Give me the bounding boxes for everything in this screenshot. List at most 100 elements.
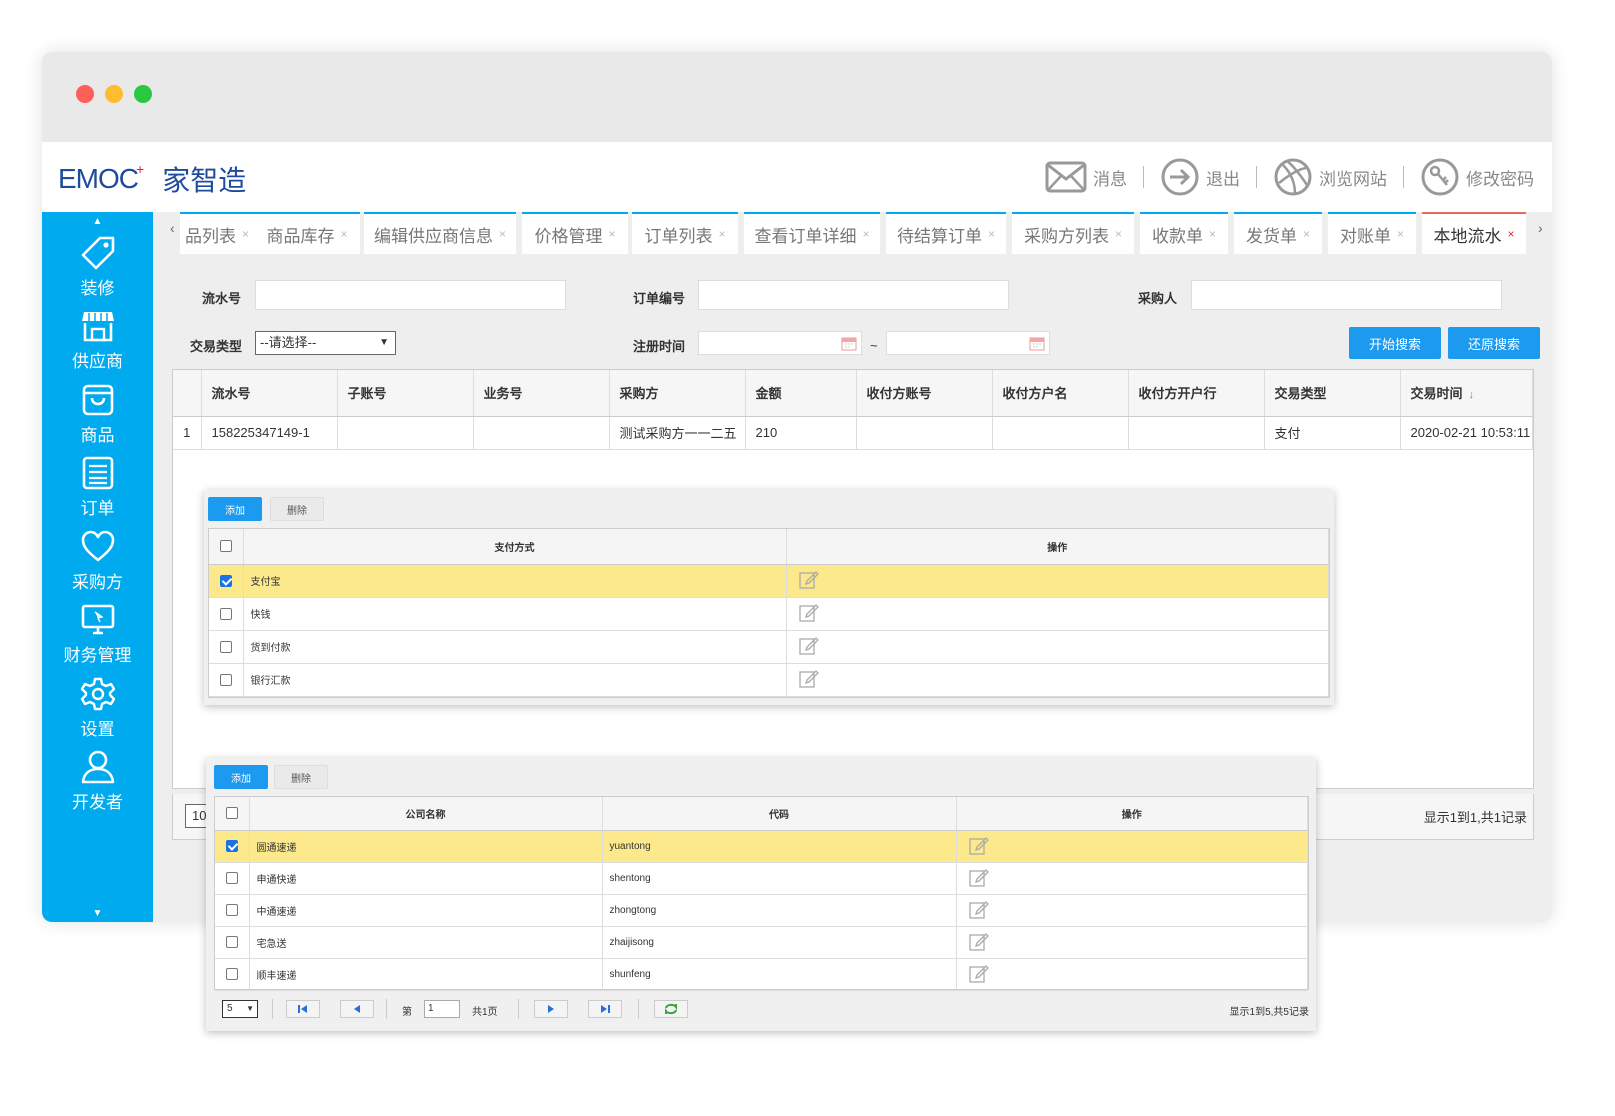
sidebar-scroll-down-icon[interactable]: ▼ [42, 904, 153, 922]
row-checkbox-cell[interactable] [215, 830, 250, 863]
table-row[interactable]: 1 158225347149-1 测试采购方一一二五 210 支付 2020-0… [173, 416, 1533, 450]
minimize-window-button[interactable] [105, 85, 123, 103]
tab-delivery-note[interactable]: 发货单 × [1234, 212, 1322, 254]
row-checkbox-cell[interactable] [215, 926, 250, 959]
next-page-button[interactable] [534, 1000, 568, 1018]
calendar-icon[interactable] [841, 335, 857, 351]
edit-icon[interactable] [968, 963, 989, 983]
logo[interactable]: EMOC + 家智造 [58, 161, 246, 197]
table-row[interactable]: 圆通速递 yuantong [215, 830, 1308, 863]
buyer-input[interactable] [1191, 280, 1502, 310]
tab-close-icon[interactable]: × [1507, 227, 1514, 241]
close-window-button[interactable] [76, 85, 94, 103]
tab-buyer-list[interactable]: 采购方列表 × [1012, 212, 1134, 254]
column-header[interactable]: 金额 [745, 370, 857, 417]
tab-scroll-right-icon[interactable]: › [1538, 220, 1543, 236]
tab-pending-settlement[interactable]: 待结算订单 × [886, 212, 1006, 254]
row-checkbox-cell[interactable] [209, 564, 244, 598]
edit-icon[interactable] [798, 602, 819, 622]
page-number-input[interactable]: 1 [424, 1000, 460, 1018]
sidebar-item-decoration[interactable]: 装修 [42, 230, 153, 304]
sidebar-scroll-up-icon[interactable]: ▲ [42, 212, 153, 230]
change-password-link[interactable]: 修改密码 [1420, 157, 1534, 197]
row-checkbox-cell[interactable] [209, 663, 244, 697]
column-header[interactable]: 收付方户名 [992, 370, 1129, 417]
refresh-button[interactable] [654, 1000, 688, 1018]
tab-close-icon[interactable]: × [718, 227, 725, 241]
tab-product-stock[interactable]: 商品库存 × [254, 212, 360, 254]
reg-time-end-input[interactable] [886, 331, 1050, 355]
browse-site-link[interactable]: 浏览网站 [1273, 157, 1387, 197]
sidebar-item-finance[interactable]: 财务管理 [42, 598, 153, 672]
table-row[interactable]: 顺丰速递 shunfeng [215, 958, 1308, 991]
calendar-icon[interactable] [1029, 335, 1045, 351]
row-checkbox-cell[interactable] [209, 597, 244, 631]
start-search-button[interactable]: 开始搜索 [1349, 327, 1441, 359]
table-row[interactable]: 中通速递 zhongtong [215, 894, 1308, 927]
tab-local-flow[interactable]: 本地流水 × [1422, 212, 1526, 254]
column-header[interactable]: 采购方 [609, 370, 746, 417]
table-row[interactable]: 快钱 [209, 597, 1329, 631]
edit-icon[interactable] [798, 569, 819, 589]
first-page-button[interactable] [286, 1000, 320, 1018]
tab-order-detail[interactable]: 查看订单详细 × [744, 212, 880, 254]
column-header[interactable]: 收付方开户行 [1128, 370, 1265, 417]
sort-down-icon[interactable]: ↓ [1469, 389, 1475, 401]
row-checkbox-cell[interactable] [215, 894, 250, 927]
row-checkbox[interactable] [219, 640, 232, 653]
row-checkbox[interactable] [219, 607, 232, 620]
add-payment-button[interactable]: 添加 [208, 497, 262, 521]
reset-search-button[interactable]: 还原搜索 [1448, 327, 1540, 359]
select-all-checkbox-cell[interactable] [209, 529, 244, 565]
messages-link[interactable]: 消息 [1045, 161, 1127, 193]
table-row[interactable]: 宅急送 zhaijisong [215, 926, 1308, 959]
tab-product-list[interactable]: 品列表 × [180, 212, 254, 254]
tab-close-icon[interactable]: × [1115, 227, 1122, 241]
maximize-window-button[interactable] [134, 85, 152, 103]
select-all-checkbox[interactable] [219, 540, 232, 553]
sidebar-item-goods[interactable]: 商品 [42, 377, 153, 451]
sidebar-item-buyer[interactable]: 采购方 [42, 524, 153, 598]
tab-edit-supplier[interactable]: 编辑供应商信息 × [364, 212, 516, 254]
row-checkbox[interactable] [219, 673, 232, 686]
tab-close-icon[interactable]: × [1303, 227, 1310, 241]
trade-type-select[interactable]: --请选择-- ▼ [255, 331, 396, 355]
serial-input[interactable] [255, 280, 566, 310]
tab-receipt[interactable]: 收款单 × [1140, 212, 1228, 254]
sidebar-item-orders[interactable]: 订单 [42, 451, 153, 525]
logout-link[interactable]: 退出 [1160, 157, 1240, 197]
tab-close-icon[interactable]: × [499, 227, 506, 241]
edit-icon[interactable] [968, 835, 989, 855]
select-all-checkbox-cell[interactable] [215, 797, 250, 831]
row-checkbox-cell[interactable] [215, 958, 250, 991]
last-page-button[interactable] [588, 1000, 622, 1018]
table-row[interactable]: 支付宝 [209, 564, 1329, 598]
column-header[interactable]: 业务号 [473, 370, 610, 417]
tab-close-icon[interactable]: × [988, 227, 995, 241]
row-checkbox-cell[interactable] [209, 630, 244, 664]
row-checkbox[interactable] [225, 840, 238, 852]
column-header[interactable]: 流水号 [201, 370, 338, 417]
row-checkbox[interactable] [225, 936, 238, 948]
row-checkbox[interactable] [225, 872, 238, 884]
edit-icon[interactable] [968, 931, 989, 951]
table-row[interactable]: 银行汇款 [209, 663, 1329, 697]
tab-close-icon[interactable]: × [862, 227, 869, 241]
tab-statement[interactable]: 对账单 × [1328, 212, 1416, 254]
reg-time-start-input[interactable] [698, 331, 862, 355]
prev-page-button[interactable] [340, 1000, 374, 1018]
order-no-input[interactable] [698, 280, 1009, 310]
column-header[interactable]: 收付方账号 [856, 370, 993, 417]
table-row[interactable]: 货到付款 [209, 630, 1329, 664]
tab-close-icon[interactable]: × [340, 227, 347, 241]
delete-payment-button[interactable]: 删除 [270, 497, 324, 521]
tab-close-icon[interactable]: × [242, 227, 249, 241]
edit-icon[interactable] [968, 867, 989, 887]
sidebar-item-developer[interactable]: 开发者 [42, 745, 153, 819]
delete-express-button[interactable]: 删除 [274, 765, 328, 789]
tab-close-icon[interactable]: × [1397, 227, 1404, 241]
row-checkbox[interactable] [219, 574, 232, 587]
sidebar-item-supplier[interactable]: 供应商 [42, 304, 153, 378]
sidebar-item-settings[interactable]: 设置 [42, 671, 153, 745]
add-express-button[interactable]: 添加 [214, 765, 268, 789]
